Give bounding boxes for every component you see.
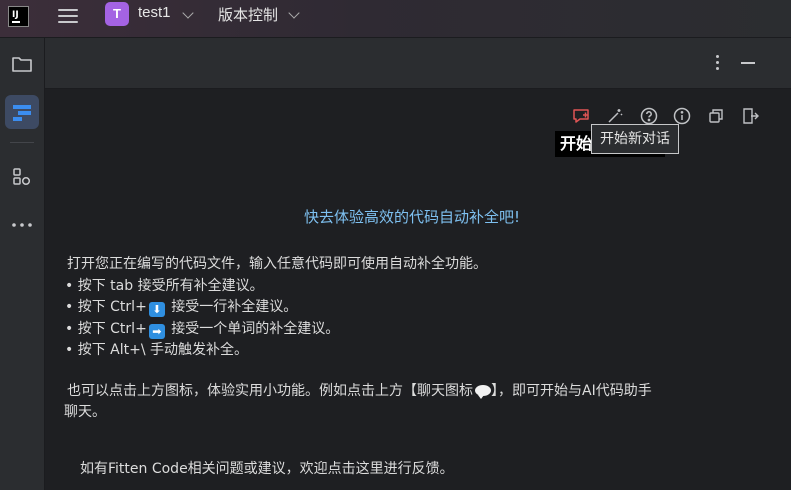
tip-ctrl-down-text: • 按下 Ctrl+ (65, 299, 147, 315)
tip-ctrl-right-text: • 按下 Ctrl+ (65, 321, 147, 337)
app-logo-icon[interactable]: IJ (8, 6, 29, 27)
tip-alt: • 按下 Alt+\ 手动触发补全。 (65, 342, 249, 358)
project-chevron-down-icon[interactable] (182, 7, 194, 19)
headline: 快去体验高效的代码自动补全吧! (303, 208, 520, 226)
copy-icon[interactable] (706, 106, 726, 126)
project-name[interactable]: test1 (138, 4, 171, 21)
options-menu-icon[interactable] (716, 55, 720, 71)
more-tools-icon[interactable] (5, 208, 39, 242)
help-icon[interactable] (639, 106, 659, 126)
vcs-chevron-down-icon[interactable] (288, 7, 300, 19)
plugins-icon[interactable] (5, 160, 39, 194)
chat-bubble-icon (475, 385, 491, 399)
project-folder-icon[interactable] (5, 47, 39, 81)
extra-text-start: 也可以点击上方图标，体验实用小功能。例如点击上方【聊天图标 (67, 383, 473, 399)
arrow-right-icon: ➡ (148, 324, 165, 339)
project-badge[interactable]: T (105, 2, 129, 26)
feedback-link[interactable]: 如有Fitten Code相关问题或建议，欢迎点击这里进行反馈。 (80, 458, 454, 478)
tooltip: 开始新对话 (591, 124, 679, 154)
tool-window-header (45, 38, 791, 89)
left-tool-strip (0, 38, 45, 490)
scrollbar[interactable] (779, 89, 791, 490)
intro-text: 打开您正在编写的代码文件，输入任意代码即可使用自动补全功能。 (67, 256, 487, 272)
title-bar: IJ T test1 版本控制 (0, 0, 791, 38)
tip-ctrl-down: • 按下 Ctrl+ ⬇ 接受一行补全建议。 (65, 296, 297, 317)
tip-ctrl-down-text-end: 接受一行补全建议。 (166, 299, 298, 315)
extra-text-line2: 聊天。 (64, 404, 106, 420)
arrow-down-icon: ⬇ (148, 302, 165, 317)
minimize-icon[interactable] (741, 62, 755, 64)
logout-icon[interactable] (740, 106, 760, 126)
new-chat-icon[interactable] (571, 106, 591, 126)
magic-wand-icon[interactable] (605, 106, 625, 126)
extra-text-end: 】，即可开始与AI代码助手 (491, 383, 652, 399)
info-icon[interactable] (672, 106, 692, 126)
app-logo-text: IJ (12, 10, 19, 20)
main-menu-icon[interactable] (58, 9, 78, 25)
assistant-panel: 开始 开始新对话 快去体验高效的代码自动补全吧! 打开您正在编写的代码文件，输入… (45, 89, 779, 490)
fitten-code-icon[interactable] (5, 95, 39, 129)
extra-text-line1: 也可以点击上方图标，体验实用小功能。例如点击上方【聊天图标 】，即可开始与AI代码… (67, 380, 652, 400)
tip-ctrl-right: • 按下 Ctrl+ ➡ 接受一个单词的补全建议。 (65, 318, 339, 339)
vcs-menu[interactable]: 版本控制 (218, 4, 278, 25)
tip-ctrl-right-text-end: 接受一个单词的补全建议。 (166, 321, 340, 337)
tip-tab: • 按下 tab 接受所有补全建议。 (65, 278, 264, 294)
